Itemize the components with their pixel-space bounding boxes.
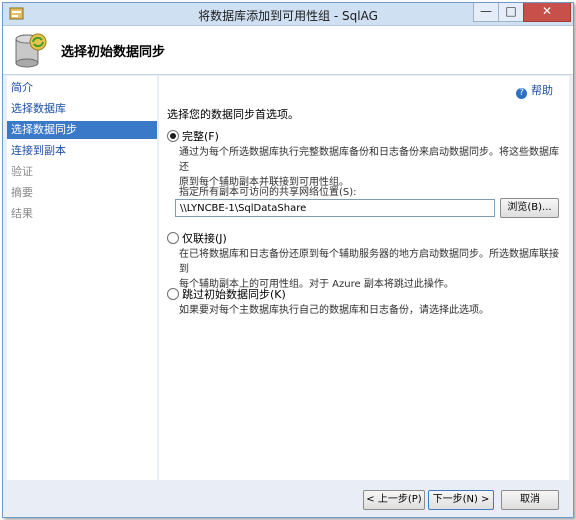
title-bar[interactable]: 将数据库添加到可用性组 - SqlAG — □ ✕ bbox=[3, 3, 573, 26]
radio-full[interactable] bbox=[167, 130, 179, 142]
option-full-label[interactable]: 完整(F) bbox=[182, 128, 219, 144]
cancel-button[interactable]: 取消 bbox=[501, 490, 559, 510]
nav-item-validation: 验证 bbox=[11, 165, 33, 178]
previous-button[interactable]: < 上一步(P) bbox=[363, 490, 425, 510]
option-full-description-line1: 通过为每个所选数据库执行完整数据库备份和日志备份来启动数据同步。将这些数据库还 bbox=[179, 147, 559, 173]
option-skip-description: 如果要对每个主数据库执行自己的数据库和日志备份，请选择此选项。 bbox=[179, 303, 559, 318]
wizard-window: 将数据库添加到可用性组 - SqlAG — □ ✕ 选择初始数据同步 简介 选择… bbox=[2, 2, 574, 518]
help-icon: ? bbox=[516, 88, 527, 99]
option-skip-description-line1: 如果要对每个主数据库执行自己的数据库和日志备份，请选择此选项。 bbox=[179, 305, 489, 316]
nav-item-summary: 摘要 bbox=[11, 186, 33, 199]
minimize-button[interactable]: — bbox=[473, 3, 499, 22]
maximize-button[interactable]: □ bbox=[498, 3, 524, 22]
nav-item-select-databases[interactable]: 选择数据库 bbox=[7, 100, 157, 118]
radio-skip-initial-sync[interactable] bbox=[167, 288, 179, 300]
share-location-label: 指定所有副本可访问的共享网络位置(S): bbox=[179, 187, 357, 198]
browse-button[interactable]: 浏览(B)... bbox=[500, 198, 559, 218]
option-join-only-description-line1: 在已将数据库和日志备份还原到每个辅助服务器的地方启动数据同步。所选数据库联接到 bbox=[179, 249, 559, 275]
wizard-header: 选择初始数据同步 bbox=[3, 26, 573, 75]
wizard-nav: 简介 选择数据库 选择数据同步 连接到副本 验证 摘要 结果 bbox=[7, 76, 157, 480]
close-button[interactable]: ✕ bbox=[523, 3, 571, 22]
section-heading: 选择您的数据同步首选项。 bbox=[167, 108, 299, 121]
page-title: 选择初始数据同步 bbox=[61, 45, 166, 60]
help-link[interactable]: ? 帮助 bbox=[516, 82, 553, 99]
option-skip-label[interactable]: 跳过初始数据同步(K) bbox=[182, 286, 286, 302]
nav-item-connect-to-replicas[interactable]: 连接到副本 bbox=[7, 142, 157, 160]
help-label: 帮助 bbox=[531, 84, 553, 97]
nav-item-results: 结果 bbox=[11, 207, 33, 220]
radio-join-only[interactable] bbox=[167, 232, 179, 244]
next-button[interactable]: 下一步(N) > bbox=[428, 490, 494, 510]
nav-item-select-data-sync[interactable]: 选择数据同步 bbox=[7, 121, 157, 139]
nav-item-introduction[interactable]: 简介 bbox=[7, 79, 157, 97]
option-join-only-label[interactable]: 仅联接(J) bbox=[182, 230, 227, 246]
radio-selected-dot bbox=[170, 133, 176, 139]
database-sync-icon bbox=[15, 33, 47, 68]
share-location-input[interactable]: \\LYNCBE-1\SqlDataShare bbox=[175, 199, 495, 217]
